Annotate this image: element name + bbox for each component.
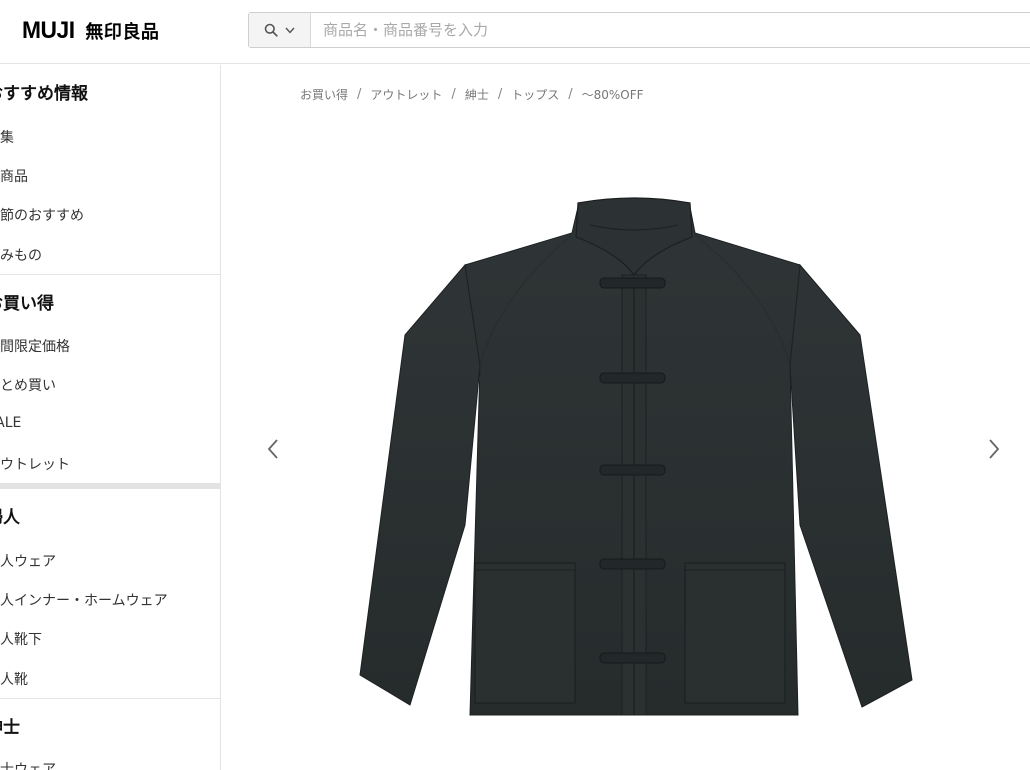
- carousel-prev-button[interactable]: [262, 434, 284, 464]
- chevron-left-icon: [267, 439, 278, 459]
- sidebar-item-outlet[interactable]: アウトレット: [0, 454, 70, 474]
- logo-text-en: MUJI: [22, 17, 75, 44]
- sidebar-item-women-wear[interactable]: 婦人ウェア: [0, 551, 56, 571]
- header: MUJI 無印良品: [0, 0, 1030, 64]
- breadcrumb-separator: /: [497, 86, 503, 102]
- sidebar-item-feature[interactable]: 特集: [0, 127, 14, 147]
- logo-text-jp: 無印良品: [85, 22, 160, 43]
- sidebar-heading-men[interactable]: 紳士: [0, 713, 20, 738]
- sidebar-heading-bargain[interactable]: お買い得: [0, 289, 54, 314]
- chevron-down-icon: [285, 27, 295, 34]
- breadcrumb: お買い得 / アウトレット / 紳士 / トップス / ～80%OFF: [300, 86, 644, 102]
- breadcrumb-item[interactable]: トップス: [511, 86, 559, 103]
- breadcrumb-item[interactable]: ～80%OFF: [582, 86, 644, 103]
- sidebar-item-women-shoes[interactable]: 婦人靴: [0, 669, 28, 689]
- sidebar-item-reading[interactable]: 読みもの: [0, 245, 42, 265]
- muji-logo[interactable]: MUJI 無印良品: [22, 15, 159, 47]
- breadcrumb-item[interactable]: お買い得: [300, 86, 348, 103]
- breadcrumb-separator: /: [568, 86, 573, 102]
- sidebar-item-new[interactable]: 新商品: [0, 166, 28, 186]
- search-icon: [264, 23, 278, 37]
- search-input[interactable]: [311, 13, 1030, 47]
- sidebar-heading-recommend[interactable]: おすすめ情報: [0, 79, 88, 104]
- search-bar: [248, 12, 1030, 48]
- sidebar: おすすめ情報 特集 新商品 季節のおすすめ 読みもの お買い得 期間限定価格 ま…: [0, 65, 221, 770]
- sidebar-item-sale[interactable]: SALE: [0, 415, 21, 431]
- sidebar-item-women-inner[interactable]: 婦人インナー・ホームウェア: [0, 590, 168, 610]
- sidebar-divider: [0, 274, 220, 275]
- breadcrumb-separator: /: [357, 86, 362, 102]
- search-scope-dropdown[interactable]: [249, 13, 311, 47]
- carousel-next-button[interactable]: [983, 434, 1005, 464]
- breadcrumb-item[interactable]: 紳士: [465, 86, 489, 103]
- chevron-right-icon: [989, 439, 1000, 459]
- product-image[interactable]: [350, 195, 920, 735]
- sidebar-item-women-socks[interactable]: 婦人靴下: [0, 629, 42, 649]
- sidebar-item-seasonal[interactable]: 季節のおすすめ: [0, 205, 84, 225]
- sidebar-item-limited-price[interactable]: 期間限定価格: [0, 336, 70, 356]
- breadcrumb-item[interactable]: アウトレット: [370, 86, 442, 103]
- breadcrumb-separator: /: [451, 86, 456, 102]
- sidebar-heading-women[interactable]: 婦人: [0, 503, 20, 528]
- sidebar-item-men-wear[interactable]: 紳士ウェア: [0, 759, 56, 770]
- sidebar-item-bulk-buy[interactable]: まとめ買い: [0, 375, 56, 395]
- sidebar-divider: [0, 698, 220, 699]
- horizontal-scrollbar[interactable]: [0, 483, 220, 489]
